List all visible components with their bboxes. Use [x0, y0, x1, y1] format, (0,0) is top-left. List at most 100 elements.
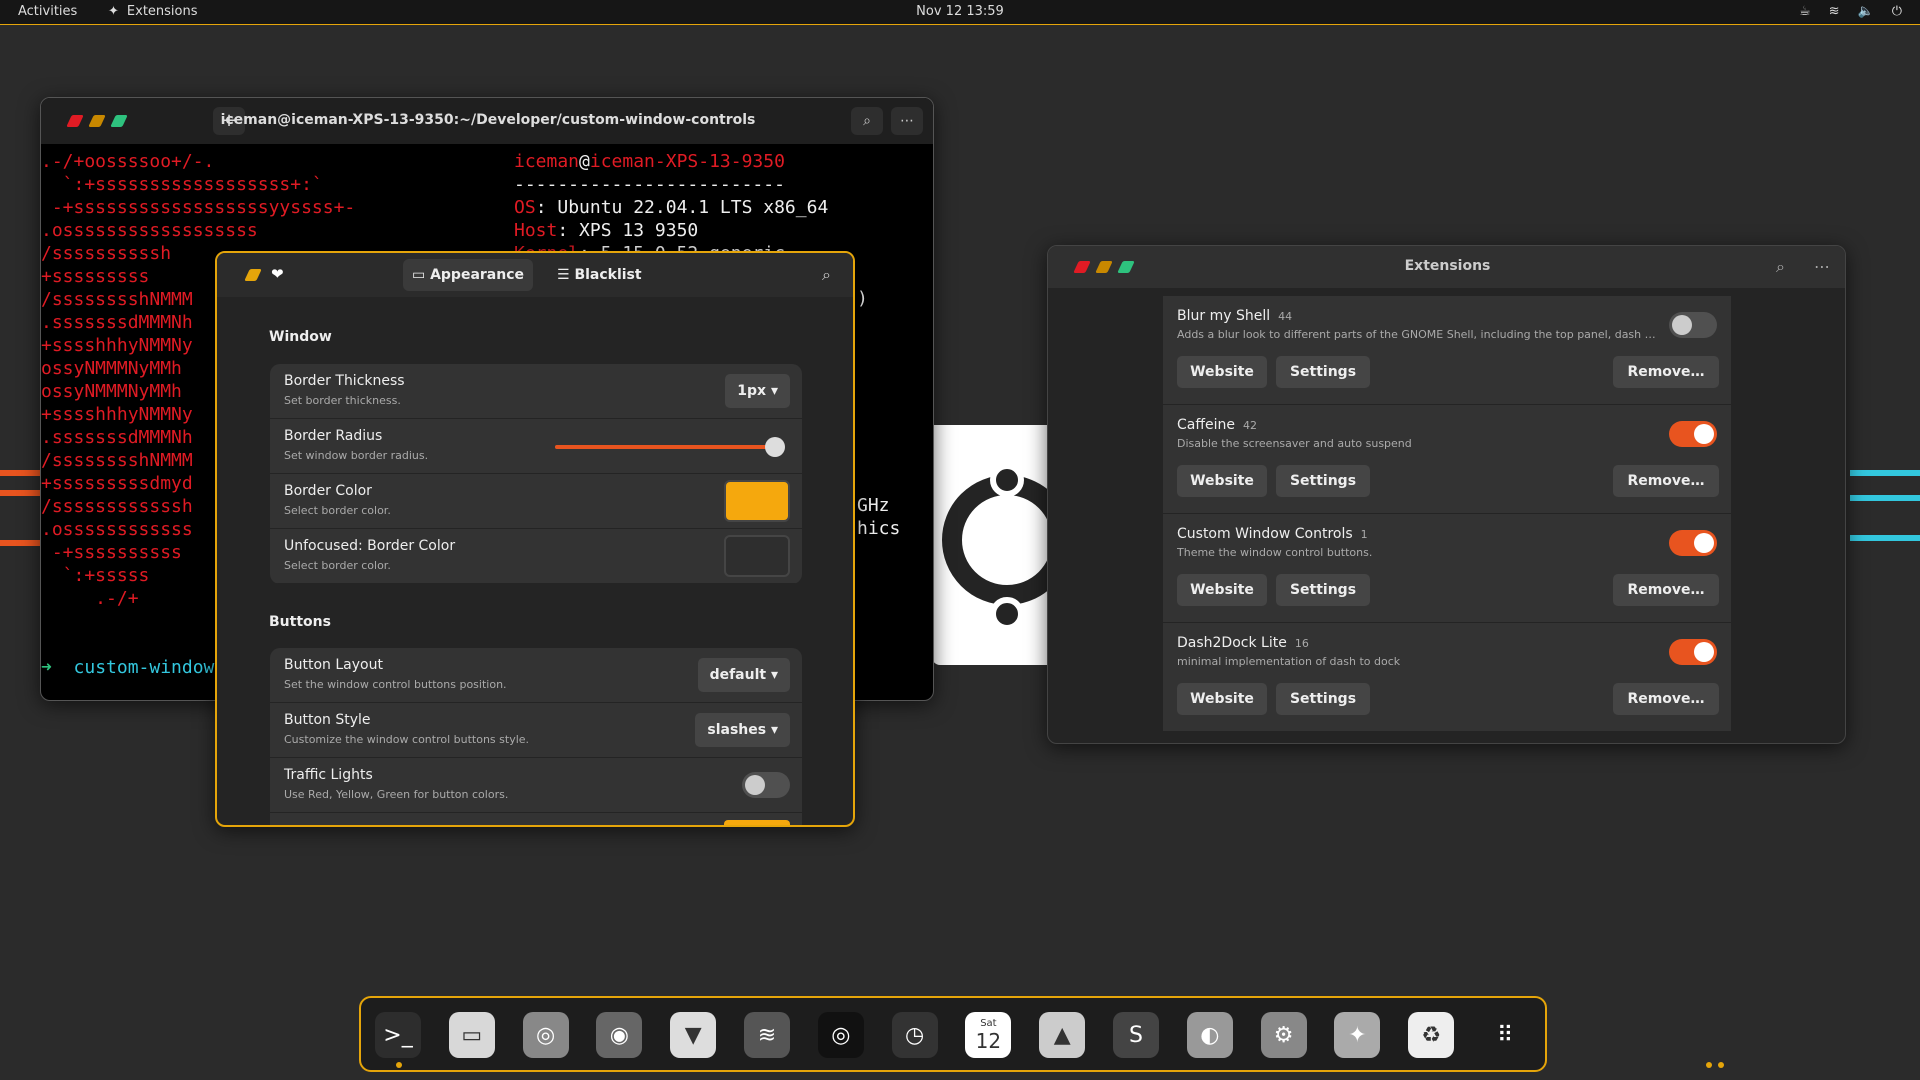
- preferences-window[interactable]: ❤ ▭ Appearance ☰ Blacklist ⌕ Window Bord…: [215, 251, 855, 827]
- color-swatch[interactable]: [724, 535, 790, 577]
- window-title: Extensions: [1404, 258, 1491, 274]
- menu-icon[interactable]: ⋯: [1814, 257, 1830, 276]
- extension-toggle[interactable]: [1669, 312, 1717, 338]
- preference-title: Border Radius: [284, 428, 383, 444]
- search-button[interactable]: ⌕: [851, 107, 883, 135]
- spotify-icon[interactable]: ≋: [744, 1012, 790, 1058]
- ubuntu-ring: [942, 475, 1048, 605]
- volume-icon: 🔈: [1857, 4, 1874, 19]
- remove-button[interactable]: Remove…: [1613, 465, 1719, 497]
- preference-row: Border Radius Set window border radius.: [270, 419, 802, 474]
- search-icon[interactable]: ⌕: [1776, 257, 1785, 277]
- screenshot-icon[interactable]: ◎: [522, 1012, 569, 1058]
- terminal-icon[interactable]: >_: [375, 1012, 421, 1058]
- tweaks-icon[interactable]: ◐: [1186, 1012, 1233, 1058]
- preference-dropdown[interactable]: slashes ▾: [695, 713, 790, 747]
- system-tray[interactable]: ☕ ≋ 🔈 ⏻: [1799, 4, 1902, 19]
- extension-list: Blur my Shell 44 Adds a blur look to diffe…: [1163, 296, 1731, 732]
- website-button[interactable]: Website: [1177, 683, 1267, 715]
- info-value: : Ubuntu 22.04.1 LTS x86_64: [535, 197, 829, 218]
- extension-row: Blur my Shell 44 Adds a blur look to diffe…: [1163, 296, 1731, 405]
- preference-dropdown[interactable]: 1px ▾: [725, 374, 790, 408]
- caffeine-icon[interactable]: ☕: [1799, 4, 1811, 19]
- remove-button[interactable]: Remove…: [1613, 356, 1719, 388]
- app-name: Extensions: [126, 4, 198, 19]
- app-grid-icon[interactable]: ⠿: [1482, 1012, 1528, 1058]
- terminal-header: + iceman@iceman-XPS-13-9350:~/Developer/…: [41, 98, 933, 144]
- slider-knob[interactable]: [765, 437, 785, 457]
- window-group: Border Thickness Set border thickness. 1px…: [270, 364, 802, 584]
- preference-subtitle: Select border color.: [284, 504, 391, 517]
- preference-title: Border Thickness: [284, 373, 405, 389]
- preference-subtitle: Set window border radius.: [284, 449, 429, 462]
- settings-button[interactable]: Settings: [1276, 356, 1370, 388]
- remove-button[interactable]: Remove…: [1613, 574, 1719, 606]
- logo-line: .ossssssssssss: [41, 519, 193, 540]
- logo-line: -+ssssssssssssssssssyyssss+-: [51, 197, 356, 218]
- preference-row: Unfocused: Border Color Select border col…: [270, 529, 802, 584]
- extensions-icon[interactable]: ✦: [1334, 1012, 1381, 1058]
- ubuntu-logo: [932, 425, 1048, 665]
- running-indicator: [1706, 1062, 1712, 1068]
- preferences-header: ❤ ▭ Appearance ☰ Blacklist ⌕: [217, 253, 853, 297]
- preference-row: Border Color Select border color.: [270, 474, 802, 529]
- slider-fill: [555, 445, 775, 449]
- preference-subtitle: Customize the window control buttons sty…: [284, 733, 530, 746]
- clock-icon[interactable]: ◷: [891, 1012, 938, 1058]
- buttons-group: Button Layout Set the window control butt…: [270, 648, 802, 825]
- firefox-icon[interactable]: ◉: [596, 1012, 643, 1058]
- logo-line: `:+sssss: [62, 565, 150, 586]
- trash-icon[interactable]: ♻: [1408, 1012, 1455, 1058]
- extension-name: Blur my Shell 44: [1177, 308, 1293, 324]
- preference-dropdown[interactable]: default ▾: [697, 658, 790, 692]
- color-swatch[interactable]: [724, 820, 790, 825]
- logo-line: /ssssssssssh: [41, 243, 172, 264]
- dock: >_ ▭ ◎ ◉ ▼ ≋ ◎ ◷ Sat 12 ▲ S ◐ ⚙ ✦ ♻ ⠿: [359, 996, 1724, 1072]
- clock[interactable]: Nov 12 13:59: [0, 4, 1920, 19]
- extension-toggle[interactable]: [1669, 530, 1717, 556]
- preference-toggle[interactable]: [742, 772, 790, 798]
- settings-button[interactable]: Settings: [1276, 574, 1370, 606]
- top-bar: Activities ✦ Extensions Nov 12 13:59 ☕ ≋ 🔈 ⏻: [0, 0, 1920, 25]
- extension-row: Caffeine 42 Disable the screensaver and au…: [1163, 405, 1731, 514]
- extension-toggle[interactable]: [1669, 639, 1717, 665]
- website-button[interactable]: Website: [1177, 574, 1267, 606]
- vlc-icon[interactable]: ▲: [1039, 1012, 1086, 1058]
- logo-line: ossyNMMMNyMMh: [41, 358, 182, 379]
- logo-line: +sssshhhyNMMNy: [41, 404, 193, 425]
- extensions-window[interactable]: Extensions ⌕ ⋯ Blur my Shell 44 Adds a blu…: [1047, 245, 1846, 744]
- puzzle-icon: ✦: [108, 4, 119, 19]
- slider-track[interactable]: [555, 437, 785, 457]
- website-button[interactable]: Website: [1177, 356, 1267, 388]
- tab-blacklist[interactable]: ☰ Blacklist: [557, 259, 642, 291]
- preference-subtitle: Select border color.: [284, 559, 391, 572]
- logo-line: .-/+: [95, 588, 139, 609]
- activities-button[interactable]: Activities: [18, 4, 77, 19]
- search-icon[interactable]: ⌕: [822, 265, 831, 285]
- close-button[interactable]: [244, 269, 262, 281]
- extension-toggle[interactable]: [1669, 421, 1717, 447]
- brave-icon[interactable]: ▼: [670, 1012, 717, 1058]
- menu-button[interactable]: ⋯: [891, 107, 923, 135]
- extension-row: Custom Window Controls 1 Theme the window …: [1163, 514, 1731, 623]
- settings-icon[interactable]: ⚙: [1260, 1012, 1307, 1058]
- calendar-icon[interactable]: Sat 12: [965, 1012, 1012, 1058]
- color-swatch[interactable]: [724, 480, 790, 522]
- glitch-right: [1850, 470, 1920, 476]
- logo-line: .sssssssdMMMNh: [41, 427, 193, 448]
- settings-button[interactable]: Settings: [1276, 465, 1370, 497]
- extension-description: minimal implementation of dash to dock: [1177, 655, 1401, 668]
- website-button[interactable]: Website: [1177, 465, 1267, 497]
- files-icon[interactable]: ▭: [448, 1012, 495, 1058]
- heart-icon[interactable]: ❤: [271, 265, 284, 283]
- section-window: Window: [269, 329, 332, 345]
- remove-button[interactable]: Remove…: [1613, 683, 1719, 715]
- preference-subtitle: Set the window control buttons position.: [284, 678, 507, 691]
- sublime-icon[interactable]: S: [1113, 1012, 1159, 1058]
- obs-icon[interactable]: ◎: [817, 1012, 864, 1058]
- tab-appearance[interactable]: ▭ Appearance: [403, 259, 533, 291]
- logo-line: /sssssssshNMMM: [41, 450, 193, 471]
- logo-line: /ssssssssssssh: [41, 496, 193, 517]
- settings-button[interactable]: Settings: [1276, 683, 1370, 715]
- app-menu[interactable]: ✦ Extensions: [108, 4, 198, 19]
